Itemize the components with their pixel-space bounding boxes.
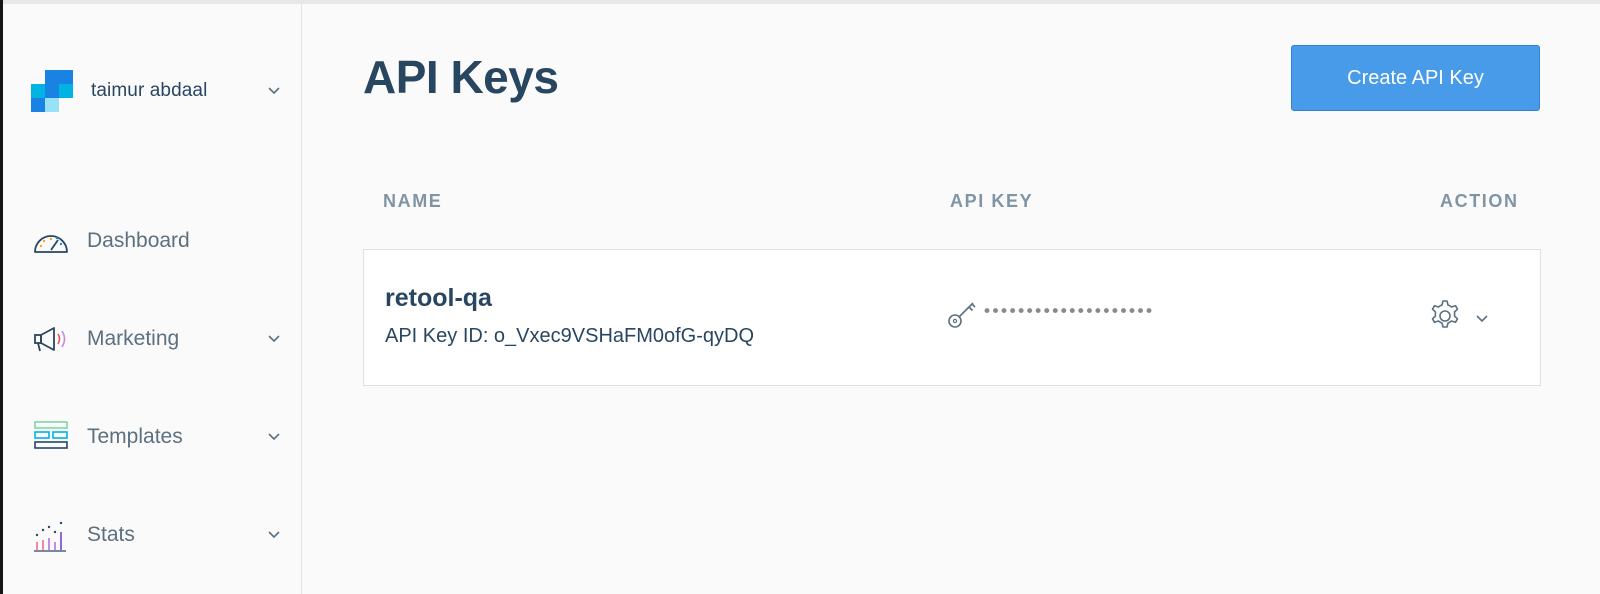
column-header-name: NAME <box>383 191 443 211</box>
table-row: retool-qa API Key ID: o_Vxec9VSHaFM0ofG-… <box>363 249 1541 386</box>
chevron-down-icon <box>268 531 280 539</box>
sidebar-item-label: Marketing <box>87 327 180 350</box>
chevron-down-icon[interactable] <box>1475 314 1489 324</box>
gear-icon[interactable] <box>1427 298 1463 334</box>
chevron-down-icon <box>268 335 280 343</box>
stats-icon <box>31 515 71 555</box>
brand-logo-icon <box>31 70 73 112</box>
template-icon <box>31 417 71 457</box>
sidebar-item-label: Templates <box>87 425 183 448</box>
sidebar-item-stats[interactable]: Stats <box>31 513 281 557</box>
sidebar-item-marketing[interactable]: Marketing <box>31 317 281 361</box>
api-key-masked-value: •••••••••••••••••••• <box>982 302 1154 322</box>
megaphone-icon <box>31 319 71 359</box>
key-icon <box>948 302 976 328</box>
create-api-key-button[interactable]: Create API Key <box>1291 45 1540 111</box>
page-title: API Keys <box>363 51 559 103</box>
sidebar-item-label: Dashboard <box>87 229 190 252</box>
sidebar: taimur abdaal Dashboard Marketing Templa… <box>3 4 302 594</box>
account-name: taimur abdaal <box>91 80 208 101</box>
chevron-down-icon <box>268 433 280 441</box>
chevron-down-icon <box>268 87 280 95</box>
account-switcher[interactable]: taimur abdaal <box>31 69 281 113</box>
api-key-name: retool-qa <box>385 284 492 312</box>
api-key-id: API Key ID: o_Vxec9VSHaFM0ofG-qyDQ <box>385 325 755 347</box>
sidebar-item-dashboard[interactable]: Dashboard <box>31 219 281 263</box>
column-header-api-key: API KEY <box>950 191 1034 211</box>
sidebar-item-label: Stats <box>87 523 135 546</box>
gauge-icon <box>31 221 71 261</box>
column-header-action: ACTION <box>1440 191 1519 211</box>
sidebar-item-templates[interactable]: Templates <box>31 415 281 459</box>
